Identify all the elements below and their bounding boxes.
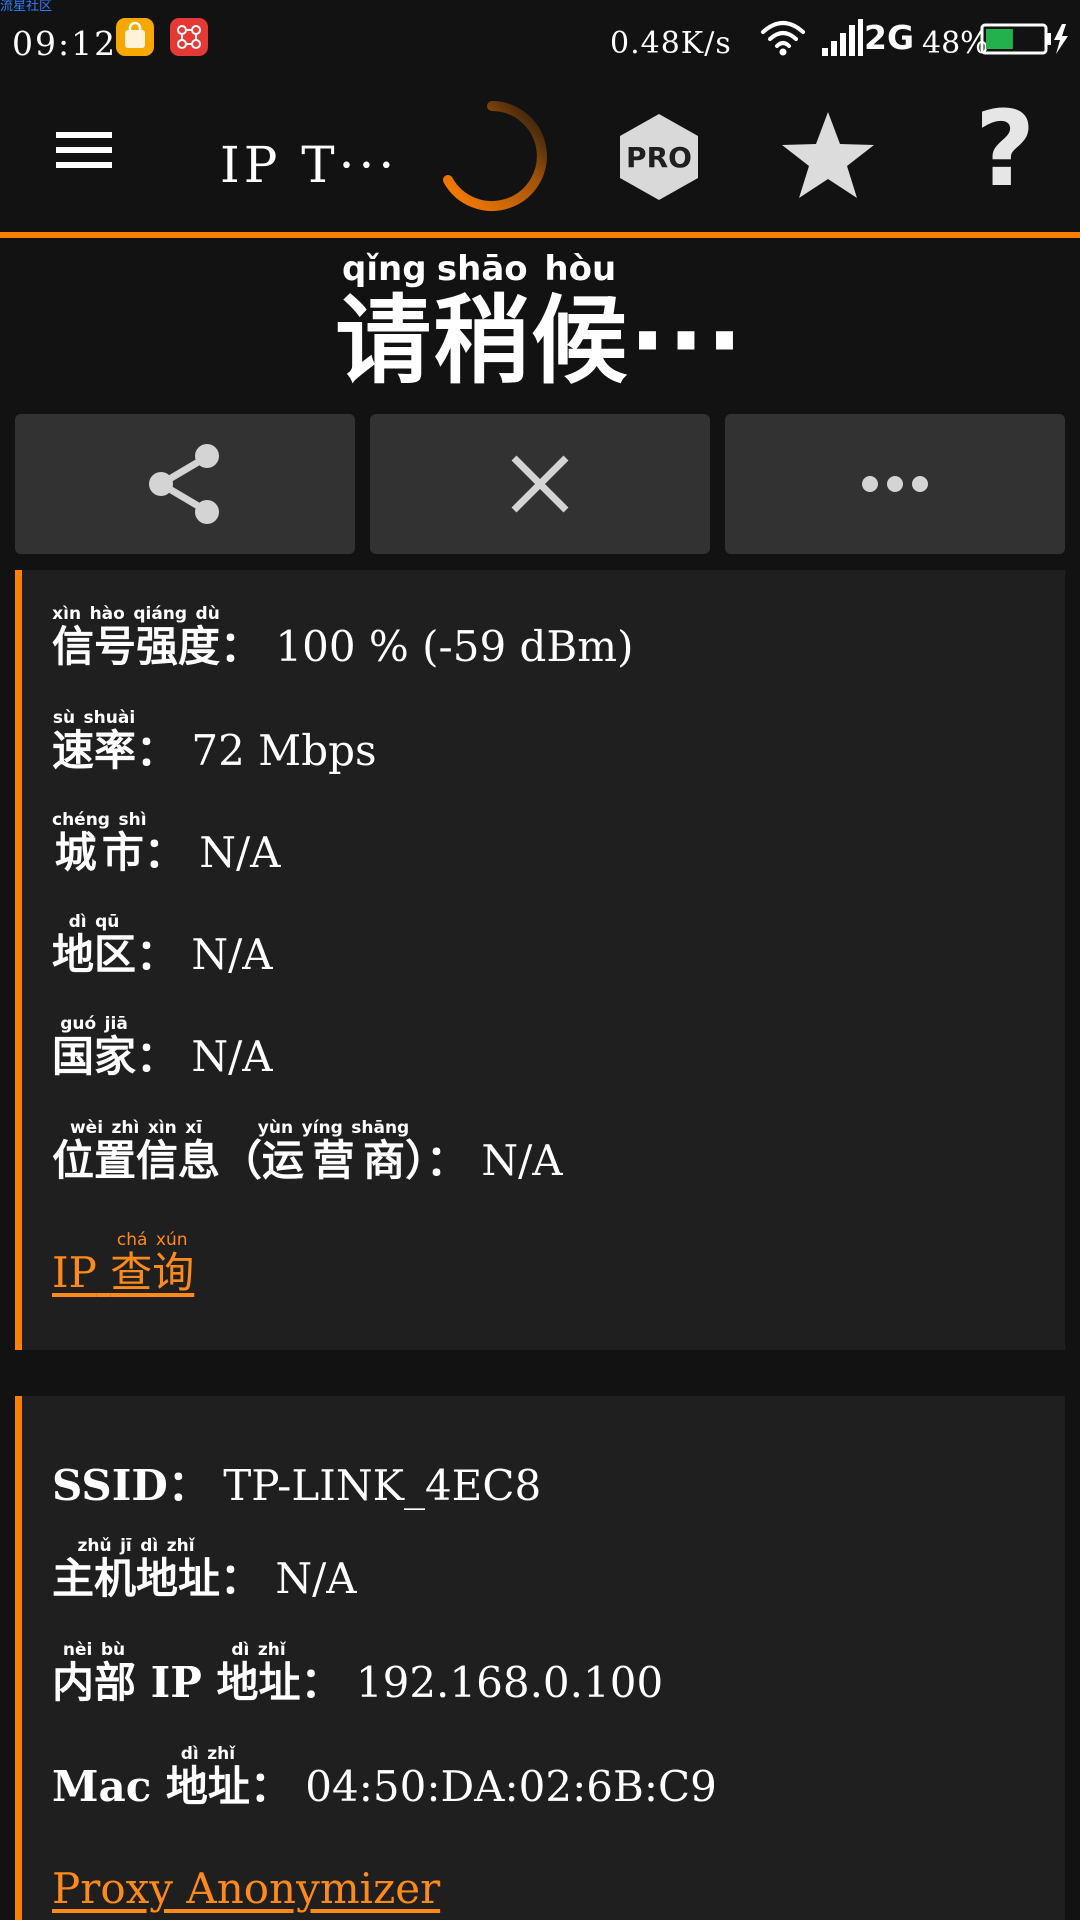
proxy-anonymizer-link[interactable]: Proxy Anonymizer <box>52 1864 440 1913</box>
menu-icon[interactable] <box>40 122 130 192</box>
toolbar-divider <box>0 232 1080 238</box>
battery-charging-icon <box>980 23 1068 55</box>
country-value: N/A <box>191 1032 273 1081</box>
share-icon <box>149 444 219 524</box>
heading-char-3: 候hòu <box>531 249 630 397</box>
network-speed: 0.48K/s <box>610 26 732 61</box>
network-info-card: 信号强度xìn hào qiáng dù： 100 % (-59 dBm) 速率… <box>15 570 1065 1350</box>
wifi-info-card: SSID： TP-LINK_4EC8 主机地址zhǔ jī dì zhǐ： N/… <box>15 1396 1065 1920</box>
heading-char-1: 请qǐng <box>335 249 434 397</box>
signal-strength-row: 信号强度xìn hào qiáng dù： 100 % (-59 dBm) <box>52 604 634 671</box>
help-icon[interactable]: ? <box>960 94 1050 204</box>
shopping-bag-icon <box>116 18 154 56</box>
loading-heading: 请qǐng稍shāo候hòu··· <box>0 249 1080 402</box>
pro-badge-icon[interactable]: PRO <box>616 112 702 202</box>
cell-signal-icon <box>822 19 863 56</box>
region-value: N/A <box>191 930 273 979</box>
close-button[interactable] <box>370 414 710 554</box>
ip-lookup-link[interactable]: IP 查询chá xún <box>52 1230 194 1300</box>
internal-ip-value: 192.168.0.100 <box>355 1658 664 1707</box>
host-address-value: N/A <box>275 1554 357 1603</box>
heading-ellipsis: ··· <box>629 285 745 397</box>
share-button[interactable] <box>15 414 355 554</box>
app-network-icon <box>170 18 208 56</box>
signal-strength-value: 100 % (-59 dBm) <box>275 622 634 671</box>
app-title: IP T··· <box>220 136 399 194</box>
more-icon <box>862 476 928 492</box>
internal-ip-row: 内部nèi bù IP 地址dì zhǐ： 192.168.0.100 <box>52 1640 664 1707</box>
app-toolbar: IP T··· PRO ? <box>0 80 1080 232</box>
loading-spinner-icon <box>443 101 547 211</box>
city-row: 城市chéng shì： N/A <box>52 810 281 877</box>
location-value: N/A <box>481 1136 563 1185</box>
region-row: 地区dì qū： N/A <box>52 912 273 979</box>
status-time: 09:12 <box>12 24 118 63</box>
app-screen: 流星社区 09:12 0.48K/s 2G 48% IP T··· PRO ? … <box>0 0 1080 1920</box>
pro-label: PRO <box>626 141 692 174</box>
more-button[interactable] <box>725 414 1065 554</box>
status-bar: 09:12 0.48K/s 2G 48% <box>0 0 1080 80</box>
mac-address-value: 04:50:DA:02:6B:C9 <box>305 1762 717 1811</box>
rate-value: 72 Mbps <box>191 726 377 775</box>
city-value: N/A <box>199 828 281 877</box>
heading-char-2: 稍shāo <box>433 249 532 397</box>
ssid-value: TP-LINK_4EC8 <box>223 1461 542 1510</box>
star-icon[interactable] <box>780 110 876 200</box>
rate-row: 速率sù shuài： 72 Mbps <box>52 708 377 775</box>
network-type: 2G <box>864 18 915 57</box>
close-icon <box>511 455 569 513</box>
mac-address-row: Mac 地址dì zhǐ： 04:50:DA:02:6B:C9 <box>52 1744 717 1811</box>
location-row: 位置信息wèi zhì xìn xī（运营商yùn yíng shāng）： N… <box>52 1118 563 1185</box>
host-address-row: 主机地址zhǔ jī dì zhǐ： N/A <box>52 1536 357 1603</box>
ssid-row: SSID： TP-LINK_4EC8 <box>52 1461 542 1510</box>
battery-percent: 48% <box>922 26 989 61</box>
country-row: 国家guó jiā： N/A <box>52 1014 273 1081</box>
wifi-icon <box>761 21 805 56</box>
